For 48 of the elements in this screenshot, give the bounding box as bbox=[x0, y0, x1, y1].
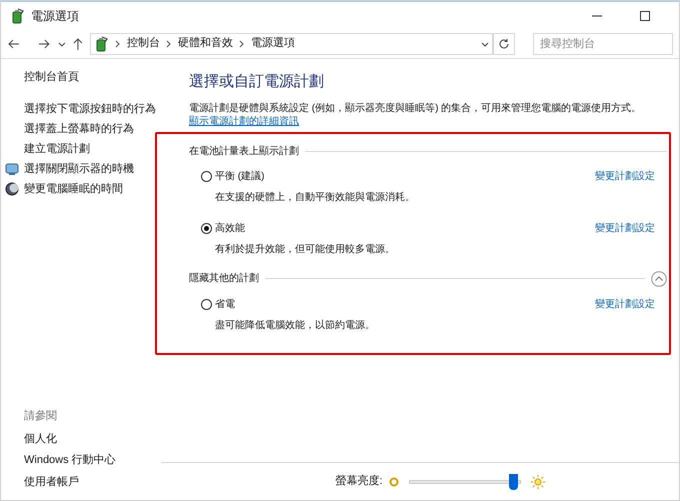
radio-button[interactable] bbox=[201, 298, 212, 310]
plan-name[interactable]: 省電 bbox=[215, 296, 235, 312]
change-plan-link[interactable]: 變更計劃設定 bbox=[595, 296, 655, 312]
chevron-right-icon bbox=[239, 40, 246, 48]
sidebar-link[interactable]: 建立電源計劃 bbox=[24, 140, 90, 158]
chevron-right-icon bbox=[166, 40, 172, 48]
description-text: 電源計劃是硬體與系統設定 (例如，顯示器亮度與睡眠等) 的集合，可用來管理您電腦的電源使用方式。 顯示電源計劃的詳細資訊 bbox=[189, 102, 642, 128]
maximize-icon[interactable] bbox=[639, 10, 651, 22]
page-title: 選擇或自訂電源計劃 bbox=[189, 72, 325, 92]
moon-icon bbox=[5, 182, 19, 196]
sidebar-link[interactable]: 變更電腦睡眠的時間 bbox=[24, 180, 123, 198]
radio-button[interactable] bbox=[201, 222, 212, 234]
up-arrow-icon[interactable] bbox=[72, 36, 84, 50]
breadcrumb-link[interactable]: 硬體和音效 bbox=[178, 35, 234, 52]
refresh-button[interactable] bbox=[493, 32, 515, 54]
monitor-icon bbox=[5, 162, 19, 176]
group-heading: 隱藏其他的計劃 bbox=[189, 272, 259, 286]
brightness-label: 螢幕亮度: bbox=[335, 474, 383, 490]
sidebar-link[interactable]: 使用者帳戶 bbox=[24, 474, 161, 490]
refresh-icon bbox=[498, 38, 510, 50]
slider-thumb[interactable] bbox=[508, 474, 518, 490]
plan-description: 盡可能降低電腦效能，以節約電源。 bbox=[215, 318, 376, 332]
chevron-right-icon bbox=[115, 40, 122, 48]
search-field[interactable]: 搜尋控制台 bbox=[533, 32, 673, 54]
details-link[interactable]: 顯示電源計劃的詳細資訊 bbox=[189, 116, 299, 126]
sidebar-link[interactable]: 控制台首頁 bbox=[24, 69, 161, 86]
address-bar[interactable]: 控制台 硬體和音效 電源選項 bbox=[90, 32, 494, 54]
group-heading: 在電池計量表上顯示計劃 bbox=[189, 144, 299, 158]
see-also-heading: 請參閱 bbox=[24, 409, 58, 424]
plan-name[interactable]: 平衡 (建議) bbox=[215, 168, 264, 184]
sidebar-link[interactable]: 個人化 bbox=[24, 430, 161, 447]
breadcrumb-link[interactable]: 電源選項 bbox=[251, 35, 296, 52]
radio-button[interactable] bbox=[201, 170, 212, 182]
sidebar-link[interactable]: 選擇蓋上螢幕時的行為 bbox=[24, 120, 134, 138]
bright-sun-icon bbox=[530, 474, 545, 488]
sidebar-link[interactable]: 選擇按下電源按鈕時的行為 bbox=[24, 100, 156, 118]
brightness-slider[interactable] bbox=[408, 474, 521, 490]
change-plan-link[interactable]: 變更計劃設定 bbox=[595, 220, 655, 236]
collapse-button[interactable] bbox=[651, 270, 667, 286]
dim-sun-icon bbox=[388, 476, 399, 486]
sidebar-link[interactable]: 選擇關閉顯示器的時機 bbox=[24, 160, 134, 178]
change-plan-link[interactable]: 變更計劃設定 bbox=[595, 168, 655, 184]
breadcrumb-link[interactable]: 控制台 bbox=[127, 35, 160, 52]
sidebar-link[interactable]: Windows 行動中心 bbox=[24, 452, 161, 468]
plan-description: 在支援的硬體上，自動平衡效能與電源消耗。 bbox=[215, 190, 416, 204]
window-title: 電源選項 bbox=[31, 8, 79, 24]
plan-description: 有利於提升效能，但可能使用較多電源。 bbox=[215, 242, 396, 256]
plan-name[interactable]: 高效能 bbox=[215, 220, 245, 236]
